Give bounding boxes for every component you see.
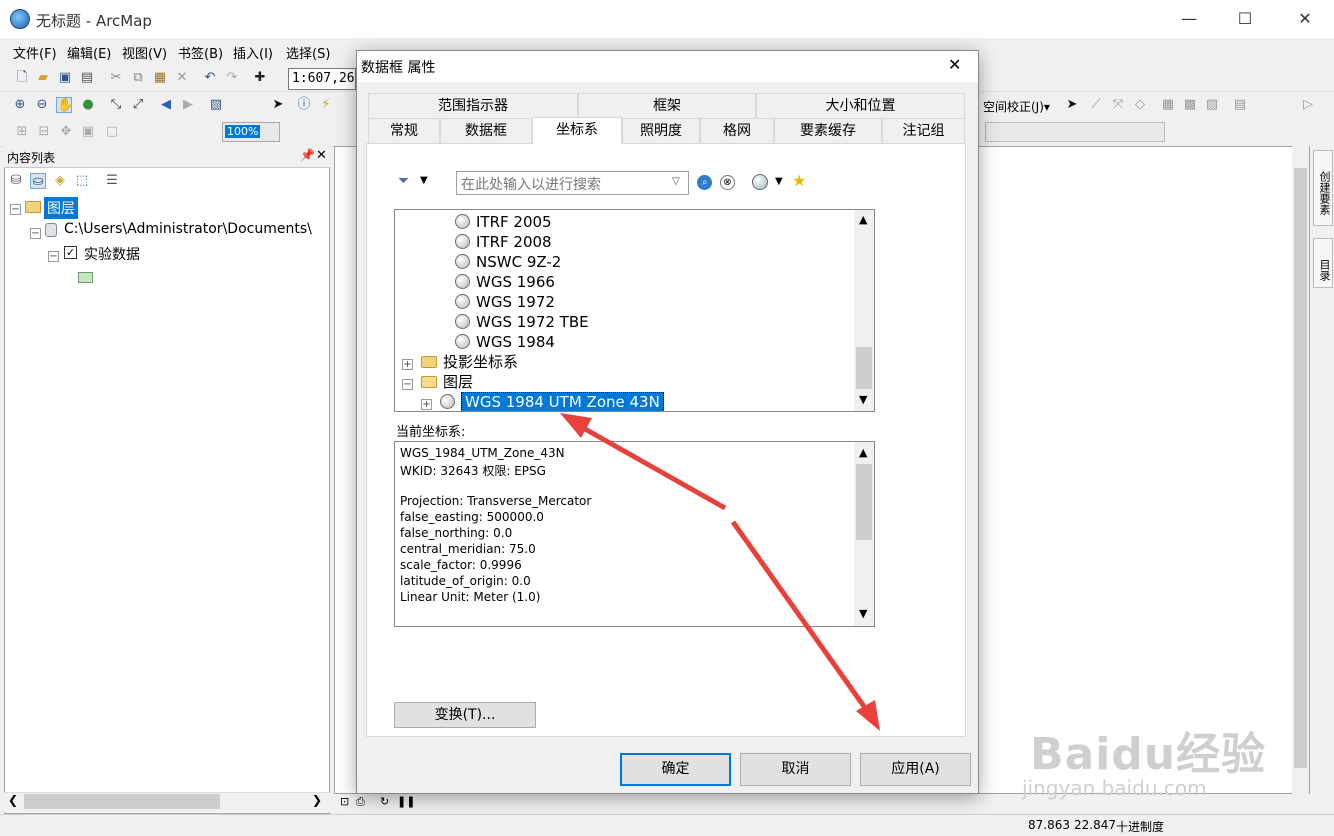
watermark-brand: Baidu经验 <box>1030 729 1267 780</box>
arrow-to-apply-button <box>730 520 871 714</box>
watermark-url: jingyan.baidu.com <box>1022 776 1207 800</box>
arrow-to-selected-item <box>576 422 727 511</box>
annotation-arrows <box>560 413 880 731</box>
arrowhead-selected <box>560 413 592 438</box>
arrowhead-apply <box>856 700 880 731</box>
tab-coordinate-system[interactable]: 坐标系 <box>532 117 622 144</box>
